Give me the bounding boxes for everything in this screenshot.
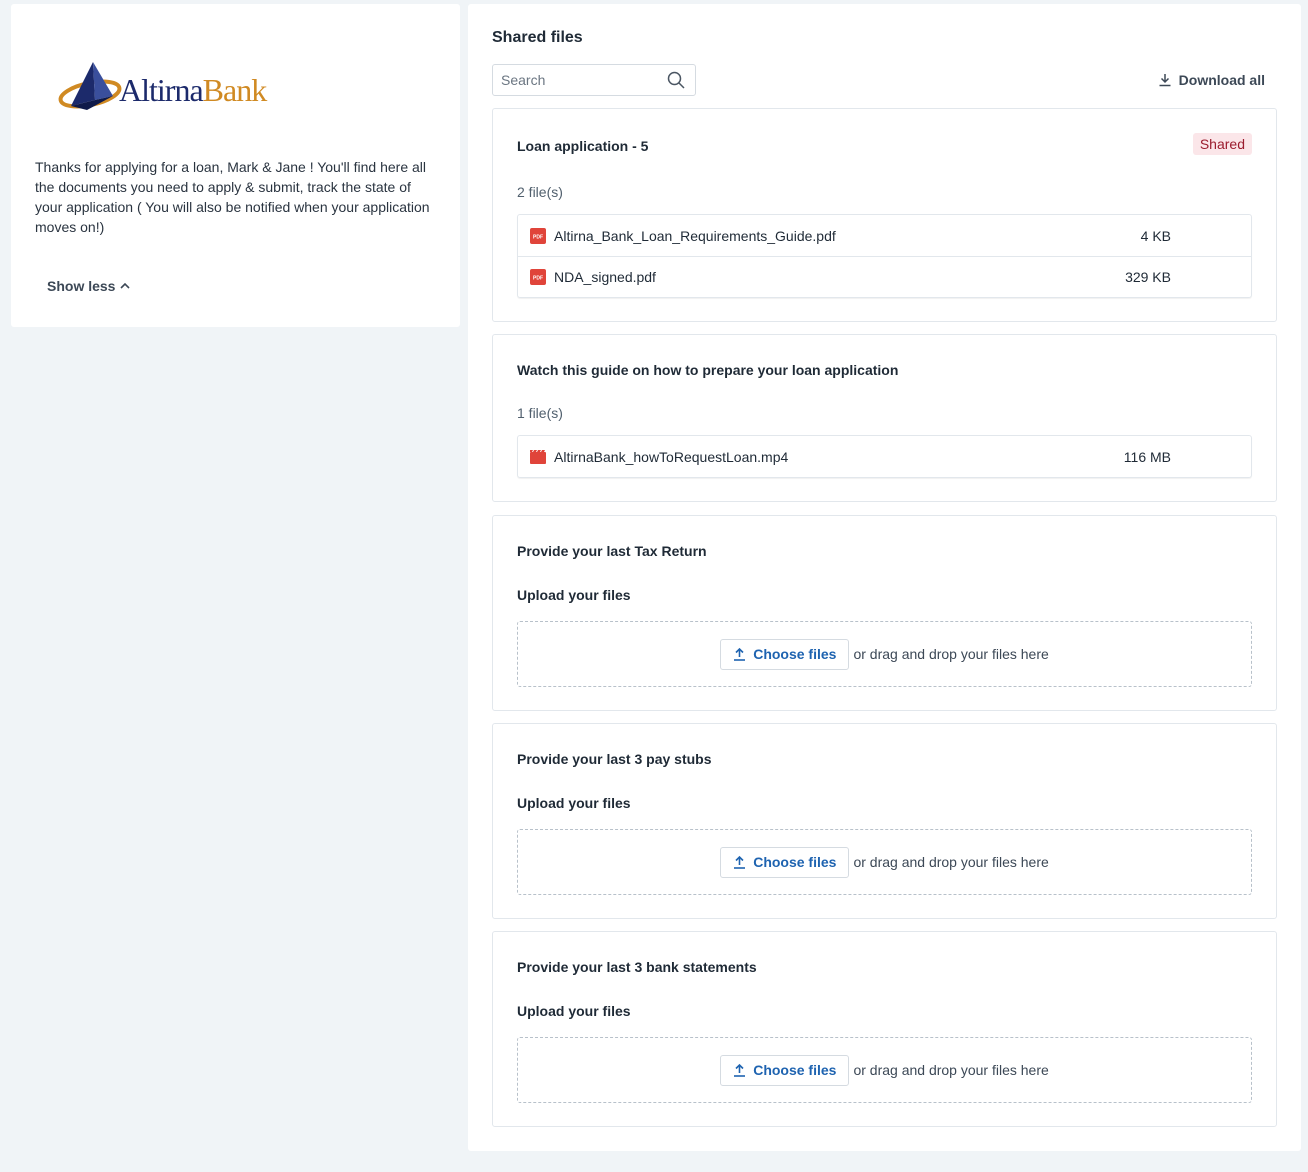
choose-files-label: Choose files [753, 646, 837, 662]
altirna-bank-logo: AltirnaBank [57, 60, 287, 116]
file-name: AltirnaBank_howToRequestLoan.mp4 [554, 448, 789, 465]
drop-hint: or drag and drop your files here [853, 646, 1049, 662]
section-card-tax-return: Provide your last Tax Return Upload your… [492, 515, 1277, 711]
file-row[interactable]: AltirnaBank_howToRequestLoan.mp4 116 MB [518, 436, 1251, 477]
file-size: 4 KB [1140, 227, 1171, 244]
file-row[interactable]: PDF Altirna_Bank_Loan_Requirements_Guide… [518, 215, 1251, 256]
section-card-loan-application: Loan application - 5 Shared 2 file(s) PD… [492, 108, 1277, 322]
section-title: Provide your last Tax Return [517, 543, 707, 559]
file-name: NDA_signed.pdf [554, 269, 656, 285]
section-title: Watch this guide on how to prepare your … [517, 362, 899, 378]
upload-label: Upload your files [517, 1003, 631, 1019]
file-row[interactable]: PDF NDA_signed.pdf 329 KB [518, 256, 1251, 297]
upload-label: Upload your files [517, 587, 631, 603]
shared-files-panel: Shared files Download all Loan applicati… [468, 4, 1301, 1151]
section-title: Provide your last 3 pay stubs [517, 751, 712, 767]
brand-name-part2: Bank [202, 71, 268, 108]
file-name: Altirna_Bank_Loan_Requirements_Guide.pdf [554, 227, 836, 244]
section-card-video-guide: Watch this guide on how to prepare your … [492, 334, 1277, 502]
choose-files-button[interactable]: Choose files [720, 638, 850, 670]
choose-files-label: Choose files [753, 854, 837, 870]
search-box[interactable] [492, 64, 696, 96]
drop-hint: or drag and drop your files here [853, 854, 1049, 870]
search-input[interactable] [501, 72, 661, 88]
choose-files-button[interactable]: Choose files [720, 846, 850, 878]
choose-files-label: Choose files [753, 1062, 837, 1078]
upload-icon [734, 647, 746, 661]
chevron-up-icon [120, 282, 131, 289]
file-count: 2 file(s) [517, 184, 563, 200]
welcome-panel: AltirnaBank Thanks for applying for a lo… [11, 4, 460, 327]
section-card-pay-stubs: Provide your last 3 pay stubs Upload you… [492, 723, 1277, 919]
file-count: 1 file(s) [517, 405, 563, 421]
file-size: 329 KB [1125, 269, 1171, 285]
download-icon [1159, 74, 1171, 87]
pdf-icon: PDF [530, 269, 546, 285]
drop-hint: or drag and drop your files here [853, 1062, 1049, 1078]
section-title: Provide your last 3 bank statements [517, 959, 757, 975]
show-less-label: Show less [47, 278, 116, 294]
upload-icon [734, 855, 746, 869]
intro-message: Thanks for applying for a loan, Mark & J… [35, 159, 430, 235]
upload-label: Upload your files [517, 795, 631, 811]
section-card-bank-statements: Provide your last 3 bank statements Uplo… [492, 931, 1277, 1127]
brand-name-part1: Altirna [119, 71, 204, 108]
file-list: AltirnaBank_howToRequestLoan.mp4 116 MB [517, 435, 1252, 478]
file-dropzone[interactable]: Choose files or drag and drop your files… [517, 829, 1252, 895]
file-size: 116 MB [1123, 448, 1171, 465]
file-dropzone[interactable]: Choose files or drag and drop your files… [517, 1037, 1252, 1103]
status-badge: Shared [1192, 133, 1252, 155]
file-list: PDF Altirna_Bank_Loan_Requirements_Guide… [517, 214, 1252, 298]
pdf-icon: PDF [530, 227, 546, 244]
upload-icon [734, 1063, 746, 1077]
svg-text:PDF: PDF [533, 276, 543, 282]
download-all-label: Download all [1178, 72, 1265, 88]
bank-emblem-icon [58, 62, 122, 110]
download-all-button[interactable]: Download all [1158, 72, 1265, 88]
shared-files-title: Shared files [492, 29, 583, 46]
svg-text:PDF: PDF [533, 234, 543, 240]
section-title: Loan application - 5 [517, 138, 649, 154]
choose-files-button[interactable]: Choose files [720, 1054, 850, 1086]
show-less-toggle[interactable]: Show less [47, 278, 131, 294]
search-icon[interactable] [667, 71, 685, 89]
video-icon [530, 449, 546, 464]
file-dropzone[interactable]: Choose files or drag and drop your files… [517, 621, 1252, 687]
